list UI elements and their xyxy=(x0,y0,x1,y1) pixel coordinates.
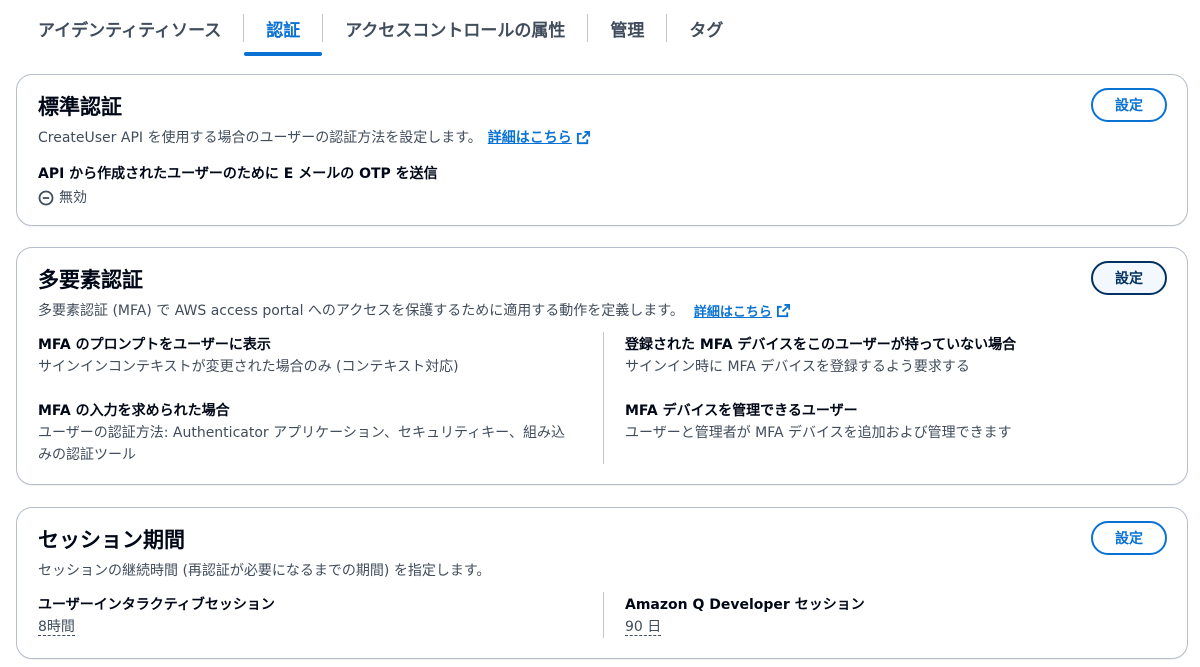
mfa-method-setting: MFA の入力を求められた場合 ユーザーの認証方法: Authenticator… xyxy=(38,400,578,466)
learn-more-label: 詳細はこちら xyxy=(487,130,572,146)
learn-more-link[interactable]: 詳細はこちら xyxy=(488,127,591,147)
q-developer-session-setting: Amazon Q Developer セッション 90 日 xyxy=(625,594,1165,638)
mfa-title: 多要素認証 xyxy=(38,268,143,292)
tab-identity-source[interactable]: アイデンティティソース xyxy=(16,0,243,56)
standard-auth-card: 標準認証 設定 CreateUser API を使用する場合のユーザーの認証方法… xyxy=(16,74,1188,226)
standard-auth-description: CreateUser API を使用する場合のユーザーの認証方法を設定します。 … xyxy=(38,127,591,147)
setting-value[interactable]: 90 日 xyxy=(625,619,662,636)
setting-label: ユーザーインタラクティブセッション xyxy=(38,597,275,613)
learn-more-link[interactable]: 詳細はこちら xyxy=(694,301,791,320)
setting-label: MFA のプロンプトをユーザーに表示 xyxy=(38,337,271,353)
setting-value: ユーザーと管理者が MFA デバイスを追加および管理できます xyxy=(625,425,1012,441)
mfa-description: 多要素認証 (MFA) で AWS access portal へのアクセスを保… xyxy=(38,300,791,320)
mfa-configure-button[interactable]: 設定 xyxy=(1091,261,1167,295)
session-title: セッション期間 xyxy=(38,528,185,552)
setting-label: MFA デバイスを管理できるユーザー xyxy=(625,403,858,419)
standard-auth-configure-button[interactable]: 設定 xyxy=(1091,88,1167,122)
interactive-session-setting: ユーザーインタラクティブセッション 8時間 xyxy=(38,594,578,638)
external-link-icon xyxy=(576,130,590,144)
disabled-icon xyxy=(38,190,54,206)
tab-bar: アイデンティティソース 認証 アクセスコントロールの属性 管理 タグ xyxy=(16,0,745,56)
session-configure-button[interactable]: 設定 xyxy=(1091,521,1167,555)
standard-auth-title: 標準認証 xyxy=(38,95,122,119)
mfa-no-device-setting: 登録された MFA デバイスをこのユーザーが持っていない場合 サインイン時に M… xyxy=(625,334,1165,378)
setting-value: サインインコンテキストが変更された場合のみ (コンテキスト対応) xyxy=(38,359,459,375)
setting-label: 登録された MFA デバイスをこのユーザーが持っていない場合 xyxy=(625,337,1017,353)
column-divider xyxy=(603,332,604,464)
mfa-prompt-setting: MFA のプロンプトをユーザーに表示 サインインコンテキストが変更された場合のみ… xyxy=(38,334,578,378)
setting-value[interactable]: 8時間 xyxy=(38,619,75,636)
mfa-card: 多要素認証 設定 多要素認証 (MFA) で AWS access portal… xyxy=(16,247,1188,485)
description-text: セッションの継続時間 (再認証が必要になるまでの期間) を指定します。 xyxy=(38,563,491,579)
otp-status: 無効 xyxy=(38,187,438,209)
setting-label: Amazon Q Developer セッション xyxy=(625,597,865,613)
learn-more-label: 詳細はこちら xyxy=(693,304,772,320)
setting-value: サインイン時に MFA デバイスを登録するよう要求する xyxy=(625,359,970,375)
column-divider xyxy=(603,592,604,638)
tab-authentication[interactable]: 認証 xyxy=(244,0,323,56)
external-link-icon xyxy=(776,303,790,317)
otp-setting-label: API から作成されたユーザーのために E メールの OTP を送信 xyxy=(38,166,438,182)
otp-setting: API から作成されたユーザーのために E メールの OTP を送信 無効 xyxy=(38,163,438,209)
session-description: セッションの継続時間 (再認証が必要になるまでの期間) を指定します。 xyxy=(38,560,490,580)
tab-management[interactable]: 管理 xyxy=(588,0,666,56)
setting-label: MFA の入力を求められた場合 xyxy=(38,403,230,419)
session-card: セッション期間 設定 セッションの継続時間 (再認証が必要になるまでの期間) を… xyxy=(16,507,1188,659)
description-text: CreateUser API を使用する場合のユーザーの認証方法を設定します。 xyxy=(38,130,482,146)
otp-status-value: 無効 xyxy=(59,190,87,206)
description-text: 多要素認証 (MFA) で AWS access portal へのアクセスを保… xyxy=(38,303,684,319)
tab-tags[interactable]: タグ xyxy=(667,0,745,56)
setting-value: ユーザーの認証方法: Authenticator アプリケーション、セキュリティ… xyxy=(38,425,565,463)
mfa-device-managers-setting: MFA デバイスを管理できるユーザー ユーザーと管理者が MFA デバイスを追加… xyxy=(625,400,1165,444)
tab-access-control-attributes[interactable]: アクセスコントロールの属性 xyxy=(323,0,587,56)
